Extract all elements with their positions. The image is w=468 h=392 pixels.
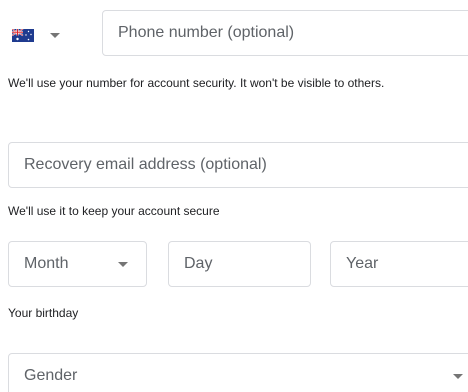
year-field[interactable] <box>330 241 468 287</box>
chevron-down-icon <box>453 373 463 379</box>
birthday-hint: Your birthday <box>8 306 79 320</box>
recovery-email-field[interactable] <box>8 142 468 188</box>
month-label: Month <box>24 255 69 272</box>
year-input[interactable] <box>346 255 466 273</box>
chevron-down-icon <box>118 261 128 267</box>
country-code-selector[interactable] <box>8 18 88 52</box>
day-field[interactable] <box>168 241 311 287</box>
flag-australia-icon <box>12 28 34 42</box>
month-select[interactable]: Month <box>8 241 147 287</box>
chevron-down-icon <box>50 32 60 38</box>
recovery-email-input[interactable] <box>24 156 466 174</box>
day-input[interactable] <box>184 255 295 273</box>
gender-select[interactable]: Gender <box>8 353 468 392</box>
phone-hint: We'll use your number for account securi… <box>8 76 385 90</box>
signup-form: We'll use your number for account securi… <box>0 0 468 392</box>
phone-number-field[interactable] <box>102 10 468 56</box>
recovery-hint: We'll use it to keep your account secure <box>8 204 220 218</box>
phone-number-input[interactable] <box>118 24 466 42</box>
gender-label: Gender <box>24 367 78 384</box>
